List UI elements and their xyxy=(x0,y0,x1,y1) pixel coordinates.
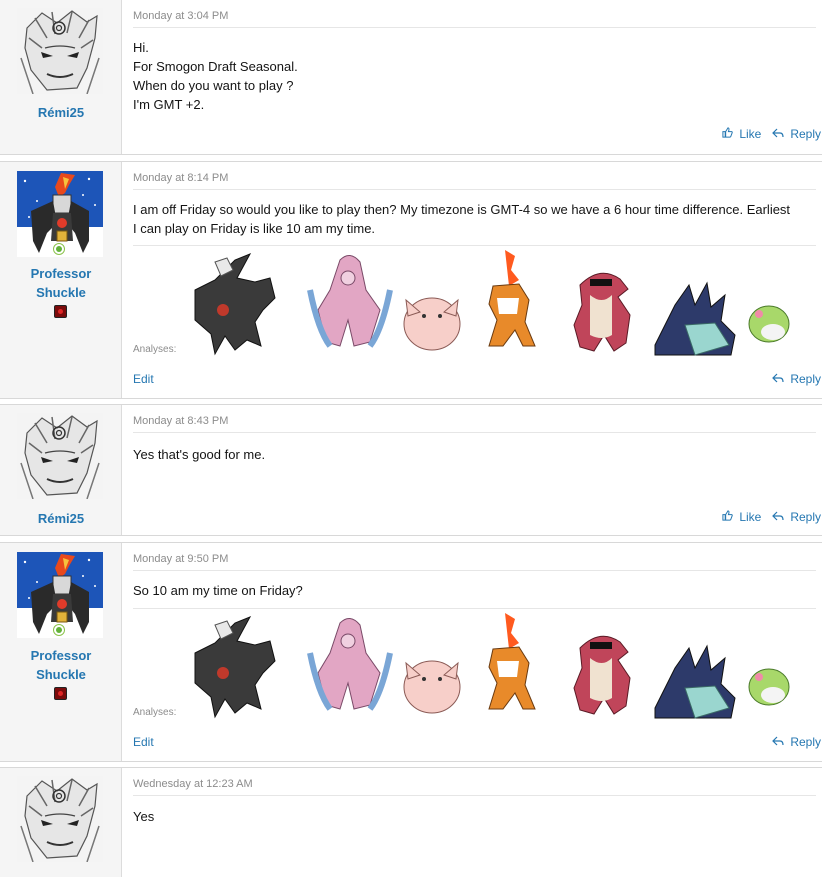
message-user-cell: Professor Shuckle xyxy=(0,543,122,761)
divider xyxy=(133,795,816,796)
reply-label: Reply xyxy=(790,372,822,386)
reply-button[interactable]: Reply xyxy=(772,127,821,141)
online-status-icon xyxy=(53,624,65,636)
infernape-sprite xyxy=(488,250,536,347)
message-body: Hi. For Smogon Draft Seasonal. When do y… xyxy=(133,38,814,114)
edit-button[interactable]: Edit xyxy=(133,735,154,749)
message-user-cell: Professor Shuckle xyxy=(0,162,122,398)
like-label: Like xyxy=(739,510,762,524)
divider xyxy=(133,27,816,28)
reply-button[interactable]: Reply xyxy=(772,372,821,386)
message-date[interactable]: Monday at 9:50 PM xyxy=(133,553,228,565)
username[interactable]: Rémi25 xyxy=(0,509,122,528)
slowbro-sprite xyxy=(654,281,736,356)
message-post: Rémi25 Monday at 3:04 PM Hi. For Smogon … xyxy=(0,0,822,155)
message-date[interactable]: Monday at 3:04 PM xyxy=(133,10,228,22)
message-date[interactable]: Monday at 8:14 PM xyxy=(133,172,228,184)
krookodile-sprite xyxy=(573,635,631,715)
signature-sprites xyxy=(175,613,805,723)
pokemon-team-sprites xyxy=(194,250,790,356)
message-user-cell: Rémi25 xyxy=(0,0,122,154)
krookodile-sprite xyxy=(573,272,631,352)
reply-button[interactable]: Reply xyxy=(772,510,821,524)
message-post: Professor Shuckle Monday at 8:14 PM I am… xyxy=(0,161,822,399)
message-line: Hi. xyxy=(133,40,149,55)
reply-button[interactable]: Reply xyxy=(772,735,821,749)
signature-divider xyxy=(133,245,816,246)
darkrai-sprite xyxy=(194,253,276,356)
message-post: Rémi25 Monday at 8:43 PM Yes that's good… xyxy=(0,404,822,536)
divider xyxy=(133,432,816,433)
diancie-sprite xyxy=(307,255,393,348)
message-user-cell xyxy=(0,768,122,877)
message-body: Yes xyxy=(133,807,814,826)
reply-label: Reply xyxy=(790,735,822,749)
like-button[interactable]: Like xyxy=(722,127,761,141)
message-body: I am off Friday so would you like to pla… xyxy=(133,200,814,238)
username[interactable]: Rémi25 xyxy=(0,103,122,122)
message-line: Yes that's good for me. xyxy=(133,447,266,462)
username-line-1[interactable]: Professor xyxy=(0,646,122,665)
message-line: When do you want to play ? xyxy=(133,78,294,93)
avatar[interactable] xyxy=(17,171,103,257)
username-line-2[interactable]: Shuckle xyxy=(0,665,122,684)
infernape-sprite xyxy=(488,613,536,710)
message-line: Yes xyxy=(133,809,155,824)
message-line: I can play on Friday is like 10 am my ti… xyxy=(133,221,376,236)
avatar[interactable] xyxy=(17,552,103,638)
avatar[interactable] xyxy=(17,8,103,94)
diancie-sprite xyxy=(307,618,393,711)
slowbro-sprite xyxy=(654,644,736,719)
signature-label: Analyses: xyxy=(133,707,177,718)
shaymin-sprite xyxy=(748,668,790,706)
message-line: For Smogon Draft Seasonal. xyxy=(133,59,298,74)
reply-arrow-icon xyxy=(772,735,787,749)
message-body: Yes that's good for me. xyxy=(133,445,814,464)
reply-arrow-icon xyxy=(772,127,787,141)
like-label: Like xyxy=(739,127,762,141)
online-status-icon xyxy=(53,243,65,255)
user-badge-icon xyxy=(54,687,67,700)
thumbs-up-icon xyxy=(722,510,736,524)
message-line: I'm GMT +2. xyxy=(133,97,205,112)
like-button[interactable]: Like xyxy=(722,510,761,524)
message-post: Wednesday at 12:23 AM Yes xyxy=(0,767,822,877)
username-line-2[interactable]: Shuckle xyxy=(0,283,122,302)
message-line: So 10 am my time on Friday? xyxy=(133,583,303,598)
clefable-sprite xyxy=(403,660,461,714)
clefable-sprite xyxy=(403,297,461,351)
signature-label: Analyses: xyxy=(133,344,177,355)
user-badge-icon xyxy=(54,305,67,318)
thumbs-up-icon xyxy=(722,127,736,141)
reply-label: Reply xyxy=(790,510,822,524)
message-date[interactable]: Wednesday at 12:23 AM xyxy=(133,778,253,790)
avatar[interactable] xyxy=(17,413,103,499)
message-post: Professor Shuckle Monday at 9:50 PM So 1… xyxy=(0,542,822,762)
edit-button[interactable]: Edit xyxy=(133,372,154,386)
shaymin-sprite xyxy=(748,305,790,343)
message-date[interactable]: Monday at 8:43 PM xyxy=(133,415,228,427)
reply-label: Reply xyxy=(790,127,822,141)
signature-divider xyxy=(133,608,816,609)
divider xyxy=(133,570,816,571)
reply-arrow-icon xyxy=(772,510,787,524)
avatar[interactable] xyxy=(17,776,103,862)
pokemon-team-sprites xyxy=(194,613,790,719)
divider xyxy=(133,189,816,190)
message-user-cell: Rémi25 xyxy=(0,405,122,535)
username-line-1[interactable]: Professor xyxy=(0,264,122,283)
darkrai-sprite xyxy=(194,616,276,719)
reply-arrow-icon xyxy=(772,372,787,386)
signature-sprites xyxy=(175,250,805,360)
message-line: I am off Friday so would you like to pla… xyxy=(133,202,791,217)
message-body: So 10 am my time on Friday? xyxy=(133,581,814,600)
